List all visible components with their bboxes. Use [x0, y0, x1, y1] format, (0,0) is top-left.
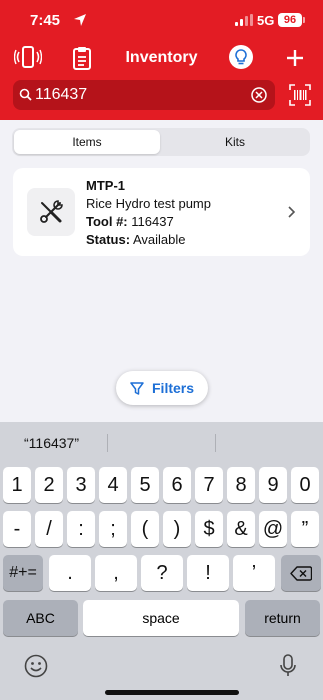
- key-at[interactable]: @: [259, 511, 287, 547]
- nav-bar: Inventory: [0, 40, 323, 76]
- suggestion-divider: [107, 434, 108, 452]
- tab-kits[interactable]: Kits: [162, 130, 308, 154]
- key-dollar[interactable]: $: [195, 511, 223, 547]
- abc-key[interactable]: ABC: [3, 600, 78, 636]
- search-bar[interactable]: [13, 80, 275, 110]
- key-4[interactable]: 4: [99, 467, 127, 503]
- key-6[interactable]: 6: [163, 467, 191, 503]
- lightbulb-icon: [235, 49, 247, 65]
- key-quote[interactable]: ”: [291, 511, 319, 547]
- return-key[interactable]: return: [245, 600, 320, 636]
- key-slash[interactable]: /: [35, 511, 63, 547]
- backspace-icon: [290, 566, 312, 581]
- key-open-paren[interactable]: (: [131, 511, 159, 547]
- key-close-paren[interactable]: ): [163, 511, 191, 547]
- signal-icon: [235, 14, 253, 26]
- phone-vibrate-icon[interactable]: [14, 45, 42, 71]
- key-7[interactable]: 7: [195, 467, 223, 503]
- key-apostrophe[interactable]: ’: [233, 555, 275, 591]
- suggestion-divider: [215, 434, 216, 452]
- key-ampersand[interactable]: &: [227, 511, 255, 547]
- filters-button[interactable]: Filters: [116, 371, 208, 405]
- filters-label: Filters: [152, 380, 195, 396]
- home-indicator[interactable]: [105, 690, 239, 695]
- tool-number-label: Tool #:: [86, 214, 128, 229]
- space-key[interactable]: space: [83, 600, 239, 636]
- key-2[interactable]: 2: [35, 467, 63, 503]
- status-label: Status:: [86, 232, 131, 247]
- item-thumbnail: [27, 188, 75, 236]
- status-value: Available: [132, 232, 186, 247]
- key-question[interactable]: ?: [141, 555, 183, 591]
- key-exclamation[interactable]: !: [187, 555, 229, 591]
- status-bar: 7:45 5G 96: [0, 0, 323, 40]
- tools-icon: [40, 200, 63, 223]
- item-name: MTP-1: [86, 178, 125, 193]
- location-arrow-icon: [74, 14, 86, 26]
- inventory-item-card[interactable]: MTP-1 Rice Hydro test pump Tool #: 11643…: [13, 168, 310, 256]
- key-hyphen[interactable]: -: [3, 511, 31, 547]
- battery-indicator: 96: [278, 13, 305, 27]
- search-icon: [19, 88, 32, 101]
- add-icon[interactable]: [281, 45, 309, 71]
- key-comma[interactable]: ,: [95, 555, 137, 591]
- page-title: Inventory: [125, 49, 198, 66]
- emoji-icon[interactable]: [24, 654, 48, 678]
- keyboard-suggestion[interactable]: “116437”: [24, 435, 79, 451]
- item-description: Rice Hydro test pump: [86, 196, 211, 211]
- key-8[interactable]: 8: [227, 467, 255, 503]
- key-0[interactable]: 0: [291, 467, 319, 503]
- key-semicolon[interactable]: ;: [99, 511, 127, 547]
- barcode-scanner-icon[interactable]: [289, 84, 311, 106]
- search-input[interactable]: [35, 84, 245, 106]
- key-5[interactable]: 5: [131, 467, 159, 503]
- key-colon[interactable]: :: [67, 511, 95, 547]
- microphone-icon[interactable]: [279, 654, 297, 678]
- tab-items[interactable]: Items: [14, 130, 160, 154]
- shift-symbols-key[interactable]: #+=: [3, 555, 43, 591]
- lightbulb-button[interactable]: [229, 45, 253, 69]
- key-1[interactable]: 1: [3, 467, 31, 503]
- keyboard: “116437” 1 2 3 4 5 6 7 8 9 0 - / : ; ( )…: [0, 422, 323, 700]
- item-status: Status: Available: [86, 232, 186, 247]
- chevron-right-icon: [288, 206, 296, 218]
- status-time: 7:45: [30, 12, 61, 29]
- key-3[interactable]: 3: [67, 467, 95, 503]
- tool-number-value: 116437: [131, 214, 174, 229]
- item-tool-number: Tool #: 116437: [86, 214, 174, 229]
- keyboard-suggestion-bar: “116437”: [0, 422, 323, 462]
- segmented-control: Items Kits: [12, 128, 310, 156]
- clipboard-icon[interactable]: [68, 45, 96, 71]
- clear-search-icon[interactable]: [251, 87, 267, 103]
- filter-funnel-icon: [130, 382, 144, 395]
- network-type: 5G: [257, 13, 275, 28]
- key-9[interactable]: 9: [259, 467, 287, 503]
- backspace-key[interactable]: [281, 555, 321, 591]
- key-period[interactable]: .: [49, 555, 91, 591]
